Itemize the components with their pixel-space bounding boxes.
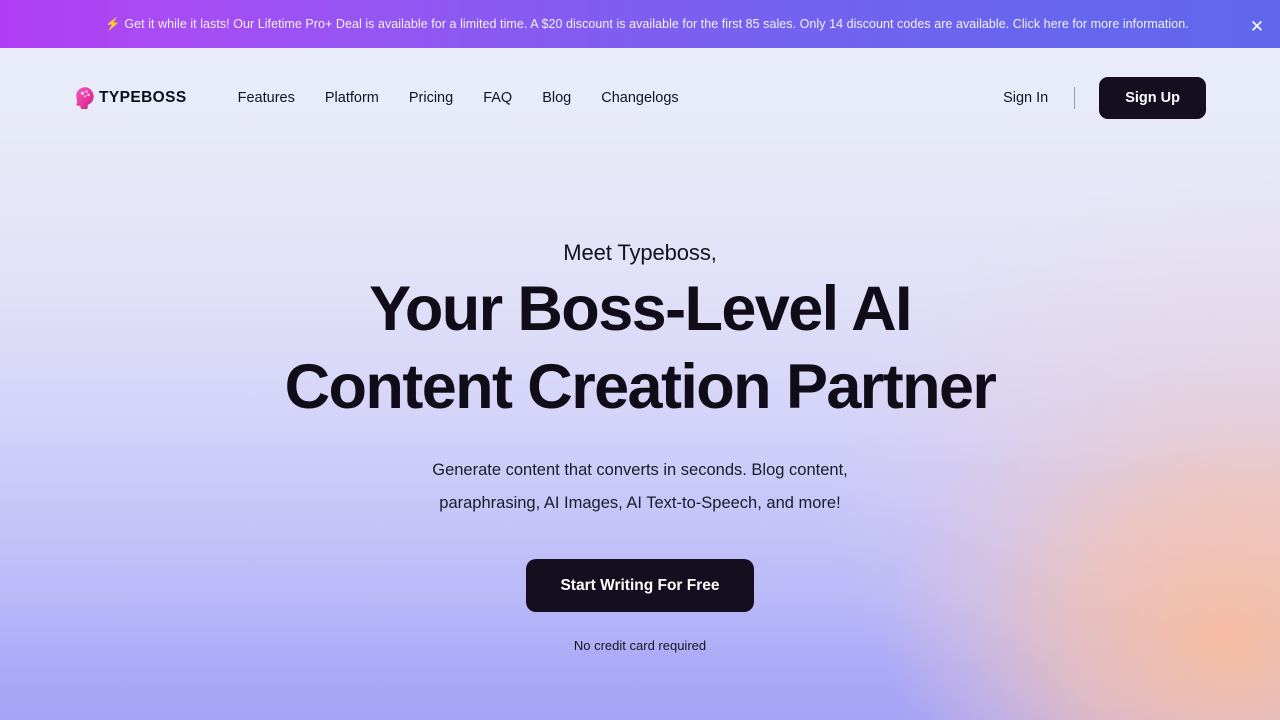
nav-item-faq[interactable]: FAQ	[468, 84, 527, 112]
hero-title-line-1: Your Boss-Level AI	[369, 274, 912, 344]
hero-subtitle-line-1: Generate content that converts in second…	[432, 461, 848, 479]
hero-eyebrow: Meet Typeboss,	[563, 240, 717, 265]
header-actions: Sign In Sign Up	[1001, 77, 1206, 119]
nav-item-changelogs[interactable]: Changelogs	[586, 84, 693, 112]
sign-up-button[interactable]: Sign Up	[1099, 77, 1206, 119]
hero-section: Meet Typeboss, Your Boss-Level AI Conten…	[0, 148, 1280, 653]
hero-subtitle-line-2: paraphrasing, AI Images, AI Text-to-Spee…	[439, 494, 841, 512]
close-icon[interactable]: ✕	[1244, 14, 1270, 40]
promo-banner-text: ⚡ Get it while it lasts! Our Lifetime Pr…	[75, 17, 1205, 32]
lightning-bolt-icon: ⚡	[105, 16, 121, 31]
head-profile-icon	[76, 87, 94, 109]
start-writing-button[interactable]: Start Writing For Free	[526, 559, 754, 612]
promo-banner[interactable]: ⚡ Get it while it lasts! Our Lifetime Pr…	[0, 0, 1280, 48]
brand-name: TYPEBOSS	[99, 89, 187, 106]
header-divider	[1074, 87, 1076, 109]
page-title: Your Boss-Level AI Content Creation Part…	[284, 270, 997, 426]
nav-item-features[interactable]: Features	[223, 84, 310, 112]
nav-item-pricing[interactable]: Pricing	[394, 84, 468, 112]
hero-title-line-2: Content Creation Partner	[284, 352, 997, 422]
nav-item-blog[interactable]: Blog	[527, 84, 586, 112]
main-navigation: Features Platform Pricing FAQ Blog Chang…	[223, 84, 694, 112]
sign-in-link[interactable]: Sign In	[1001, 84, 1050, 112]
promo-banner-message: Get it while it lasts! Our Lifetime Pro+…	[124, 16, 1189, 31]
brand-logo[interactable]: TYPEBOSS	[74, 86, 187, 110]
landing-page: ⚡ Get it while it lasts! Our Lifetime Pr…	[0, 0, 1280, 720]
hero-subtitle: Generate content that converts in second…	[432, 454, 848, 520]
site-header: TYPEBOSS Features Platform Pricing FAQ B…	[0, 48, 1280, 148]
no-credit-card-note: No credit card required	[573, 638, 707, 653]
nav-item-platform[interactable]: Platform	[310, 84, 394, 112]
